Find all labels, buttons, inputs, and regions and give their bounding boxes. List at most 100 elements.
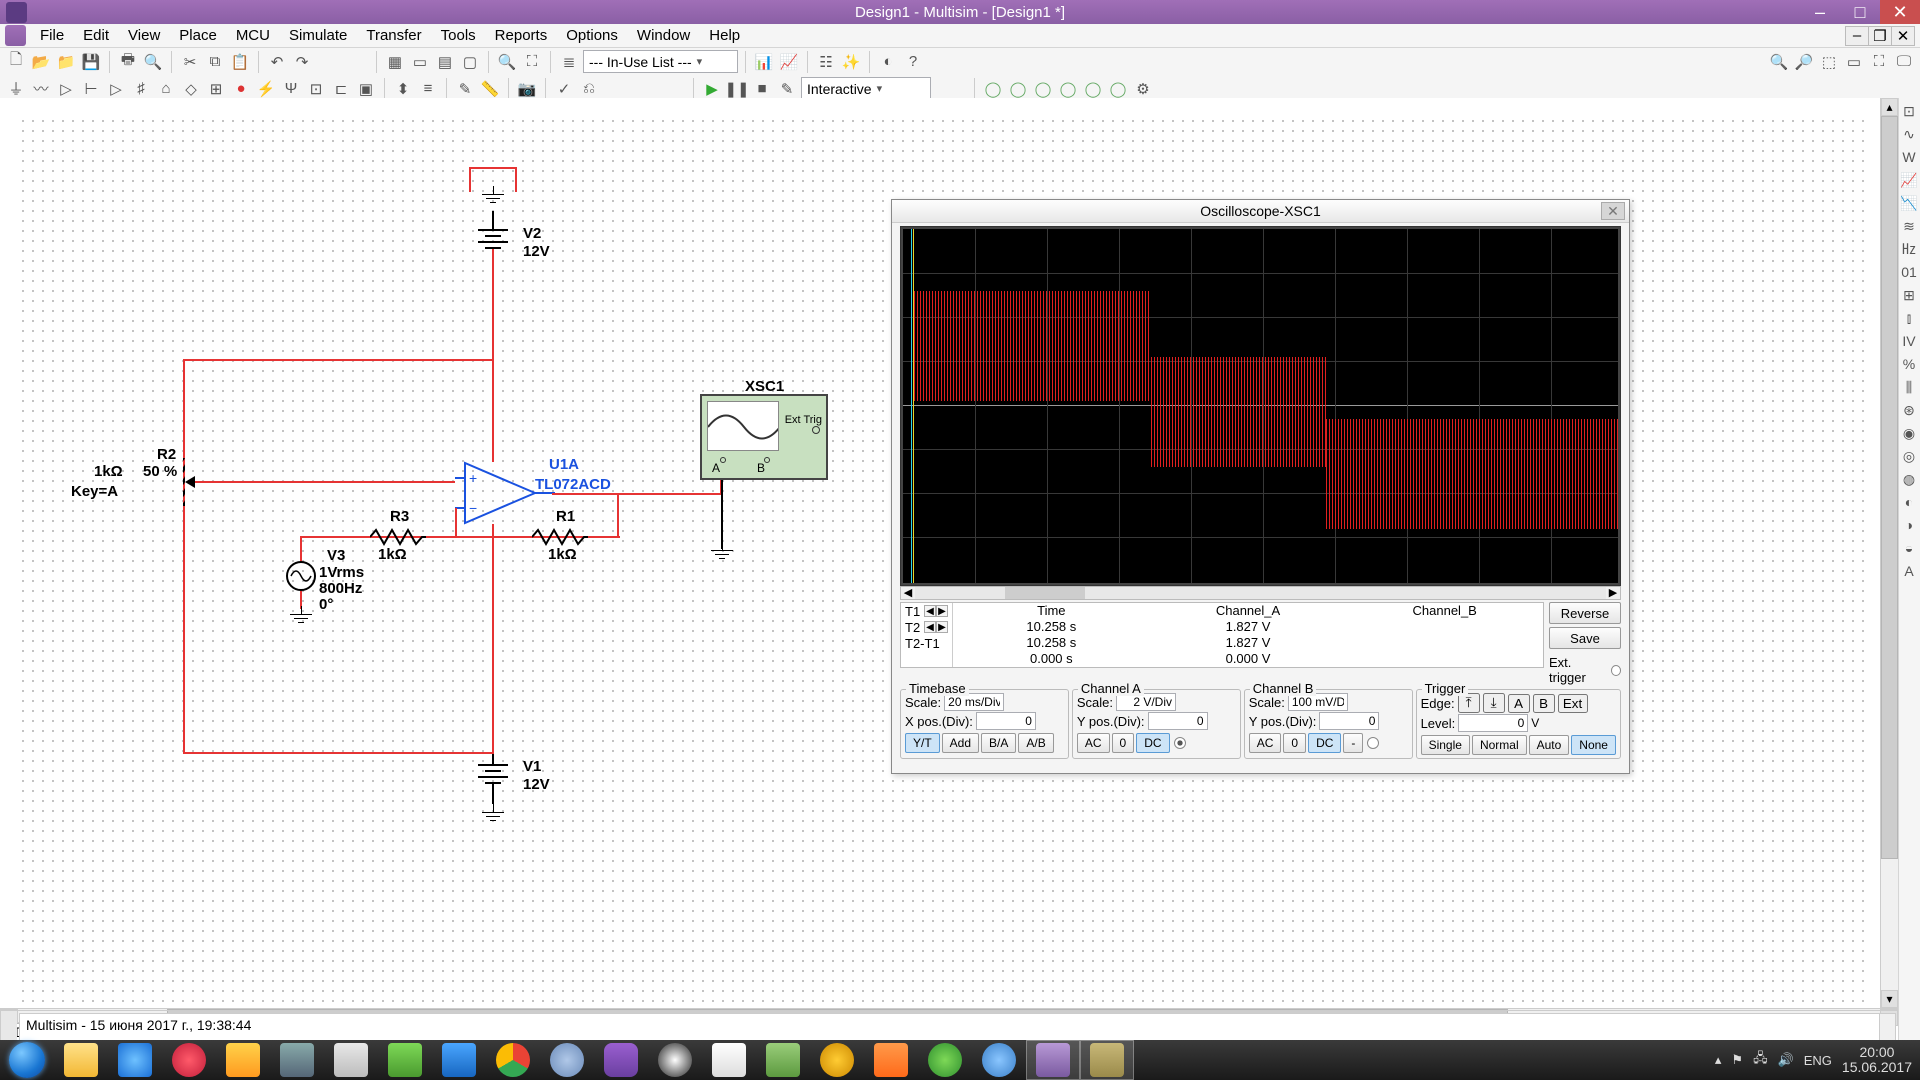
tray-network-icon[interactable]: 🖧 [1753, 1049, 1768, 1071]
oscilloscope-window[interactable]: Oscilloscope-XSC1 ✕ [891, 199, 1630, 774]
erc-icon[interactable]: ✓ [553, 78, 575, 100]
system-tray[interactable]: ▴ ⚑ 🖧 🔊 ENG 20:0015.06.2017 [1707, 1045, 1920, 1075]
menu-transfer[interactable]: Transfer [358, 27, 429, 44]
zoom-area-icon[interactable]: ⬚ [1818, 51, 1840, 73]
open-icon[interactable]: 📂 [30, 51, 52, 73]
v2-ref[interactable]: V2 [523, 225, 541, 242]
place-power-icon[interactable]: ⚡ [255, 78, 277, 100]
tray-volume-icon[interactable]: 🔊 [1778, 1052, 1794, 1068]
v1-val[interactable]: 12V [523, 776, 550, 793]
ab-button[interactable]: A/B [1018, 733, 1053, 753]
v3-l1[interactable]: 1Vrms [319, 564, 364, 581]
interactive-icon[interactable]: ✎ [776, 78, 798, 100]
u1-pn[interactable]: TL072ACD [535, 476, 611, 493]
place-electro-icon[interactable]: ⊡ [305, 78, 327, 100]
place-transistor-icon[interactable]: ⊢ [80, 78, 102, 100]
taskbar-viber[interactable] [594, 1040, 648, 1080]
trig-auto-button[interactable]: Auto [1529, 735, 1570, 755]
edge-fall-button[interactable]: ⤓ [1483, 693, 1505, 713]
xsc1-symbol[interactable]: Ext Trig A B [700, 394, 828, 480]
menu-file[interactable]: File [32, 27, 72, 44]
cha-ac-button[interactable]: AC [1077, 733, 1110, 753]
postprocessor-icon[interactable]: 📊 [753, 51, 775, 73]
toggle-pagebounds-icon[interactable]: ▢ [459, 51, 481, 73]
analysis-5-icon[interactable]: ◯ [1082, 78, 1104, 100]
instrument-wordgen-icon[interactable]: 01 [1899, 262, 1919, 282]
instrument-freq-icon[interactable]: ㎐ [1899, 239, 1919, 259]
trig-a-button[interactable]: A [1508, 694, 1530, 713]
place-mixed-icon[interactable]: ⊞ [205, 78, 227, 100]
taskbar-aimp[interactable] [810, 1040, 864, 1080]
cursor-2[interactable] [913, 229, 914, 583]
edge-rise-button[interactable]: ⤒ [1458, 693, 1480, 713]
start-button[interactable] [0, 1040, 54, 1080]
r2-val[interactable]: 1kΩ [94, 463, 123, 480]
taskbar-app12[interactable] [648, 1040, 702, 1080]
measurement-icon[interactable]: 📏 [479, 78, 501, 100]
new-icon[interactable]: 🗋 [5, 51, 27, 73]
trig-single-button[interactable]: Single [1421, 735, 1470, 755]
menu-mcu[interactable]: MCU [228, 27, 278, 44]
oscilloscope-close-button[interactable]: ✕ [1601, 202, 1625, 220]
grapher-icon[interactable]: 📈 [778, 51, 800, 73]
taskbar-opera[interactable] [162, 1040, 216, 1080]
menu-window[interactable]: Window [629, 27, 698, 44]
t1-right[interactable]: ▶ [936, 605, 948, 617]
mdi-doc-icon[interactable] [5, 25, 26, 46]
instrument-multimeter-icon[interactable]: ⊡ [1899, 101, 1919, 121]
mdi-restore-button[interactable]: ❐ [1868, 26, 1892, 46]
yt-button[interactable]: Y/T [905, 733, 940, 753]
place-diode-icon[interactable]: ▷ [55, 78, 77, 100]
instrument-wattmeter-icon[interactable]: W [1899, 147, 1919, 167]
place-source-icon[interactable]: ⏚ [5, 78, 27, 100]
toggle-border-icon[interactable]: ▭ [409, 51, 431, 73]
menu-options[interactable]: Options [558, 27, 626, 44]
menu-reports[interactable]: Reports [487, 27, 556, 44]
place-cmos-icon[interactable]: ⌂ [155, 78, 177, 100]
taskbar-explorer[interactable] [54, 1040, 108, 1080]
taskbar-utorrent[interactable] [918, 1040, 972, 1080]
instrument-scope-icon[interactable]: 📈 [1899, 170, 1919, 190]
add-button[interactable]: Add [942, 733, 979, 753]
v3-ref[interactable]: V3 [327, 547, 345, 564]
t2-right[interactable]: ▶ [936, 621, 948, 633]
instrument-distortion-icon[interactable]: % [1899, 354, 1919, 374]
analysis-1-icon[interactable]: ◯ [982, 78, 1004, 100]
zoom-sheet-icon[interactable]: ▭ [1843, 51, 1865, 73]
menu-edit[interactable]: Edit [75, 27, 117, 44]
save-button[interactable]: Save [1549, 627, 1621, 649]
chb-ac-button[interactable]: AC [1249, 733, 1282, 753]
zoom-out-icon[interactable]: 🔎 [1793, 51, 1815, 73]
place-analog-icon[interactable]: ▷ [105, 78, 127, 100]
instrument-current-icon[interactable]: A [1899, 561, 1919, 581]
instrument-agilent-sc-icon[interactable]: ◍ [1899, 469, 1919, 489]
menu-simulate[interactable]: Simulate [281, 27, 355, 44]
instrument-tek-icon[interactable]: ◐ [1899, 492, 1919, 512]
oscilloscope-screen[interactable] [903, 229, 1618, 583]
sim-mode-combo[interactable]: Interactive▾ [801, 77, 931, 100]
instrument-funcgen-icon[interactable]: ∿ [1899, 124, 1919, 144]
instrument-bode-icon[interactable]: ≋ [1899, 216, 1919, 236]
instrument-4ch-scope-icon[interactable]: 📉 [1899, 193, 1919, 213]
r3-ref[interactable]: R3 [390, 508, 409, 525]
paste-icon[interactable]: 📋 [229, 51, 251, 73]
close-button[interactable]: ✕ [1880, 0, 1920, 24]
instrument-labview-icon[interactable]: ◑ [1899, 515, 1919, 535]
v1-ref[interactable]: V1 [523, 758, 541, 775]
inuse-combo[interactable]: --- In-Use List ---▾ [583, 50, 738, 73]
component-list-icon[interactable]: ≣ [558, 51, 580, 73]
netlist-icon[interactable]: ⎌ [578, 78, 600, 100]
scope-hscroll[interactable]: ◀▶ [900, 586, 1621, 600]
print-preview-icon[interactable]: 🔍 [142, 51, 164, 73]
place-rf-icon[interactable]: Ψ [280, 78, 302, 100]
save-icon[interactable]: 💾 [80, 51, 102, 73]
run-button[interactable]: ▶ [701, 78, 723, 100]
ba-button[interactable]: B/A [981, 733, 1016, 753]
r1-val[interactable]: 1kΩ [548, 546, 577, 563]
cut-icon[interactable]: ✂ [179, 51, 201, 73]
instrument-logic-an-icon[interactable]: ⫾ [1899, 308, 1919, 328]
database-icon[interactable]: ☷ [815, 51, 837, 73]
r1-ref[interactable]: R1 [556, 508, 575, 525]
mdi-minimize-button[interactable]: – [1845, 26, 1869, 46]
v3-l3[interactable]: 0° [319, 596, 333, 613]
